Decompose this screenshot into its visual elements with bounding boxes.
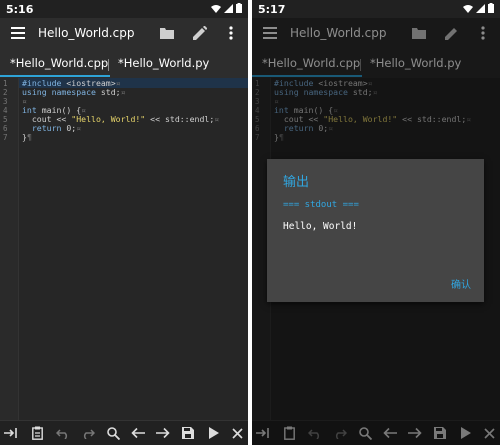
status-bar: 5:17 [252,0,500,18]
line-number: 6 [3,124,8,133]
signal-icon [476,3,485,13]
line-number: 5 [3,115,8,124]
code-text: << std::endl; [145,114,215,124]
tab-icon[interactable] [4,426,18,440]
tab-hello-world-cpp[interactable]: *Hello_World.cpp [10,56,108,70]
status-bar: 5:16 [0,0,248,18]
code-line: using namespace std;¤ [22,87,126,97]
menu-icon[interactable] [11,27,25,39]
whitespace-marker: ¤ [76,123,82,133]
run-icon[interactable] [206,426,220,440]
arrow-left-icon[interactable] [131,426,145,440]
whitespace-marker: ¤ [214,114,220,124]
line-number: 3 [3,97,8,106]
wifi-icon [211,4,221,13]
code-text: std; [95,87,121,97]
search-icon[interactable] [106,426,120,440]
line-number-gutter: 1 2 3 4 5 6 7 [0,78,19,420]
line-number: 4 [3,106,8,115]
program-output: Hello, World! [283,221,358,232]
status-time: 5:17 [258,3,286,16]
arrow-right-icon[interactable] [156,426,170,440]
more-icon[interactable] [229,26,233,40]
bottom-toolbar [0,420,248,445]
output-dialog: 输出 === stdout === Hello, World! 确认 [267,159,484,302]
line-number: 1 [3,79,8,88]
status-icons [211,3,242,13]
status-time: 5:16 [6,3,34,16]
code-text: 0; [61,123,77,133]
edit-icon[interactable] [193,26,207,40]
right-screen: 5:17 Hello_World.cpp *Hello_World.cpp *H… [252,0,500,445]
dialog-title: 输出 [283,175,310,190]
undo-icon[interactable] [56,426,70,440]
left-screen: 5:16 Hello_World.cpp *Hello_World.cpp *H… [0,0,248,445]
active-tab-indicator [0,75,110,77]
redo-icon[interactable] [81,426,95,440]
line-number: 7 [3,133,8,142]
clipboard-icon[interactable] [30,426,44,440]
tab-bar: *Hello_World.cpp *Hello_World.py [0,50,248,78]
tab-divider [108,59,109,71]
wifi-icon [463,4,473,13]
status-icons [463,3,494,13]
line-number: 2 [3,88,8,97]
code-line: }¶ [22,132,32,142]
battery-icon [236,3,242,13]
battery-icon [488,3,494,13]
file-title: Hello_World.cpp [38,26,135,40]
signal-icon [224,3,233,13]
whitespace-marker: ¤ [120,87,126,97]
stdout-label: === stdout === [283,200,359,210]
tab-hello-world-py[interactable]: *Hello_World.py [118,56,209,70]
save-icon[interactable] [181,426,195,440]
folder-icon[interactable] [160,27,174,39]
close-icon[interactable] [230,426,244,440]
app-bar: Hello_World.cpp [0,18,248,50]
keyword: using namespace [22,87,96,97]
string-literal: "Hello, World!" [71,114,146,124]
code-editor[interactable]: 1 2 3 4 5 6 7 #include <iostream>¤ using… [0,78,248,420]
whitespace-marker: ¶ [26,132,32,142]
confirm-button[interactable]: 确认 [451,276,471,291]
